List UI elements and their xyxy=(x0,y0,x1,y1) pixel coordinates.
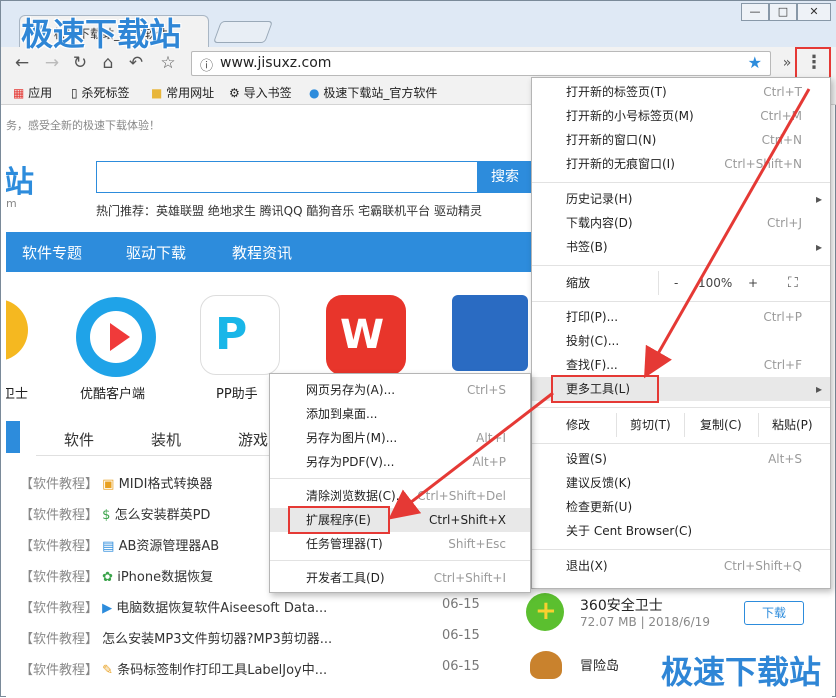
annotation-arrows xyxy=(388,88,811,520)
arrow-to-extensions xyxy=(388,391,554,520)
browser-window: 极速下载站_官方软件 — □ ✕ ← → ↻ ⌂ ↶ ☆ ⓘ www.jisux… xyxy=(0,0,836,698)
watermark-top: 极速下载站 xyxy=(21,15,182,53)
arrow-to-more-tools xyxy=(644,88,811,379)
watermark-bottom: 极速下载站 xyxy=(661,653,822,691)
